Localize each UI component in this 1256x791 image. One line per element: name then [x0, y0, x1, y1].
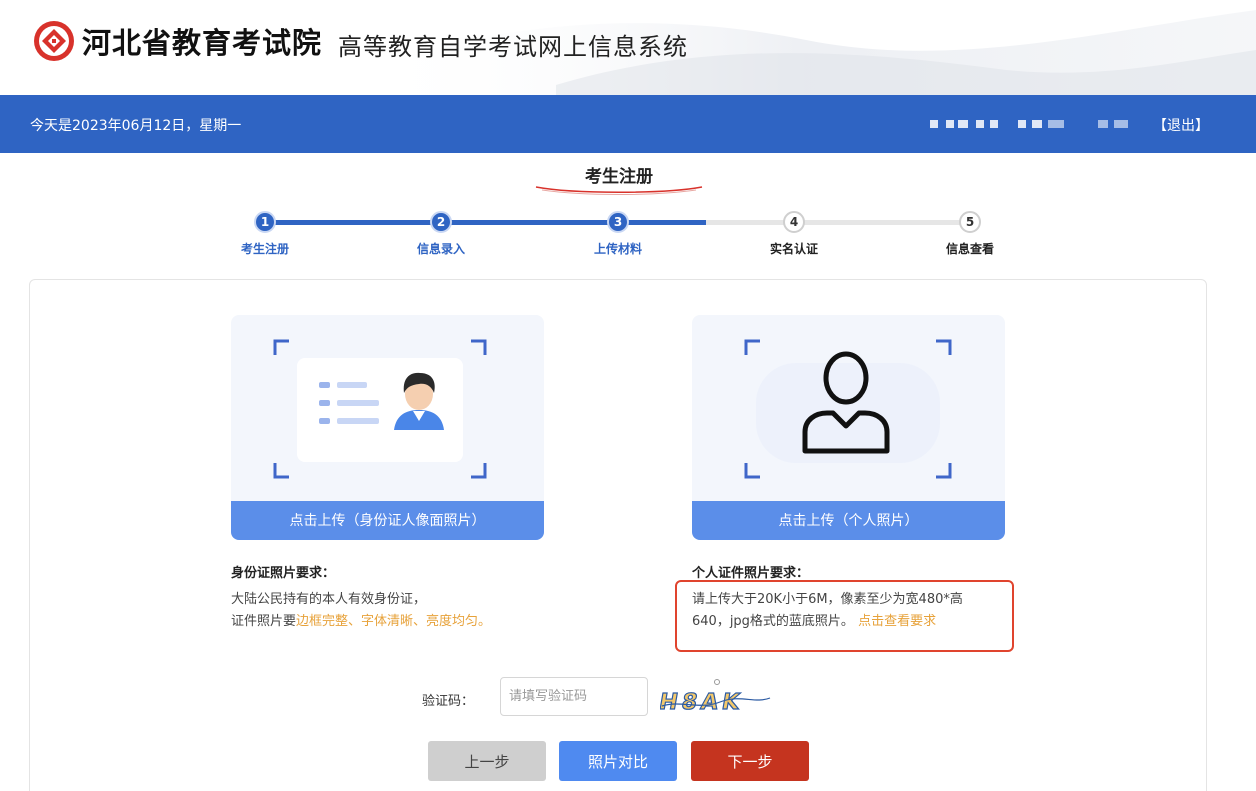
personal-photo-upload-area[interactable]: 点击上传（个人照片） — [692, 315, 1005, 540]
brand-name: 河北省教育考试院 — [82, 26, 323, 60]
next-step-button[interactable]: 下一步 — [691, 741, 809, 781]
step-2: 2 信息录入 — [391, 208, 491, 257]
captcha-label: 验证码： — [422, 694, 475, 709]
step-4-number: 4 — [783, 211, 805, 233]
top-info-bar: 今天是2023年06月12日，星期一 【退出】 — [0, 95, 1256, 153]
step-1-number: 1 — [254, 211, 276, 233]
blurred-user-info — [930, 120, 1128, 128]
person-silhouette-icon — [744, 339, 952, 479]
step-2-number: 2 — [430, 211, 452, 233]
step-3-number: 3 — [607, 211, 629, 233]
id-card-req-line2: 证件照片要边框完整、字体清晰、亮度均匀。 — [231, 611, 491, 633]
upload-id-card-button[interactable]: 点击上传（身份证人像面照片） — [231, 501, 544, 540]
step-1: 1 考生注册 — [215, 208, 315, 257]
personal-photo-requirements-title: 个人证件照片要求： — [692, 566, 810, 581]
captcha-image[interactable]: H8AK — [660, 676, 772, 718]
page-title: 考生注册 — [585, 167, 653, 187]
logout-link[interactable]: 【退出】 — [1153, 115, 1209, 135]
captcha-input[interactable] — [500, 677, 648, 716]
photo-compare-button[interactable]: 照片对比 — [559, 741, 677, 781]
id-card-req-prefix: 证件照片要 — [231, 614, 297, 629]
step-5-label: 信息查看 — [945, 242, 994, 256]
title-underline-decoration — [535, 186, 703, 195]
step-1-label: 考生注册 — [240, 242, 289, 256]
system-name: 高等教育自学考试网上信息系统 — [338, 33, 688, 61]
date-text: 今天是2023年06月12日，星期一 — [30, 118, 242, 134]
registration-steps: 1 考生注册 2 信息录入 3 上传材料 4 实名认证 5 信息查看 — [230, 208, 1020, 258]
id-card-req-highlight: 边框完整、字体清晰、亮度均匀。 — [296, 614, 492, 629]
id-card-icon — [273, 339, 487, 479]
step-3-label: 上传材料 — [593, 242, 642, 256]
step-5: 5 信息查看 — [920, 208, 1020, 257]
step-2-label: 信息录入 — [416, 242, 465, 256]
step-4: 4 实名认证 — [744, 208, 844, 257]
step-3: 3 上传材料 — [568, 208, 668, 257]
step-4-label: 实名认证 — [769, 242, 818, 256]
exam-institute-logo-icon — [34, 21, 74, 61]
step-5-number: 5 — [959, 211, 981, 233]
upload-personal-photo-button[interactable]: 点击上传（个人照片） — [692, 501, 1005, 540]
site-header: 河北省教育考试院 高等教育自学考试网上信息系统 — [0, 0, 1256, 95]
captcha-image-text: H8AK — [660, 689, 745, 715]
prev-step-button[interactable]: 上一步 — [428, 741, 546, 781]
id-card-requirements-title: 身份证照片要求： — [231, 566, 336, 581]
id-card-req-line1: 大陆公民持有的本人有效身份证， — [231, 592, 427, 607]
id-card-upload-area[interactable]: 点击上传（身份证人像面照片） — [231, 315, 544, 540]
requirements-highlight-annotation — [675, 580, 1014, 652]
id-card-requirements-text: 大陆公民持有的本人有效身份证， 证件照片要边框完整、字体清晰、亮度均匀。 — [231, 589, 491, 633]
